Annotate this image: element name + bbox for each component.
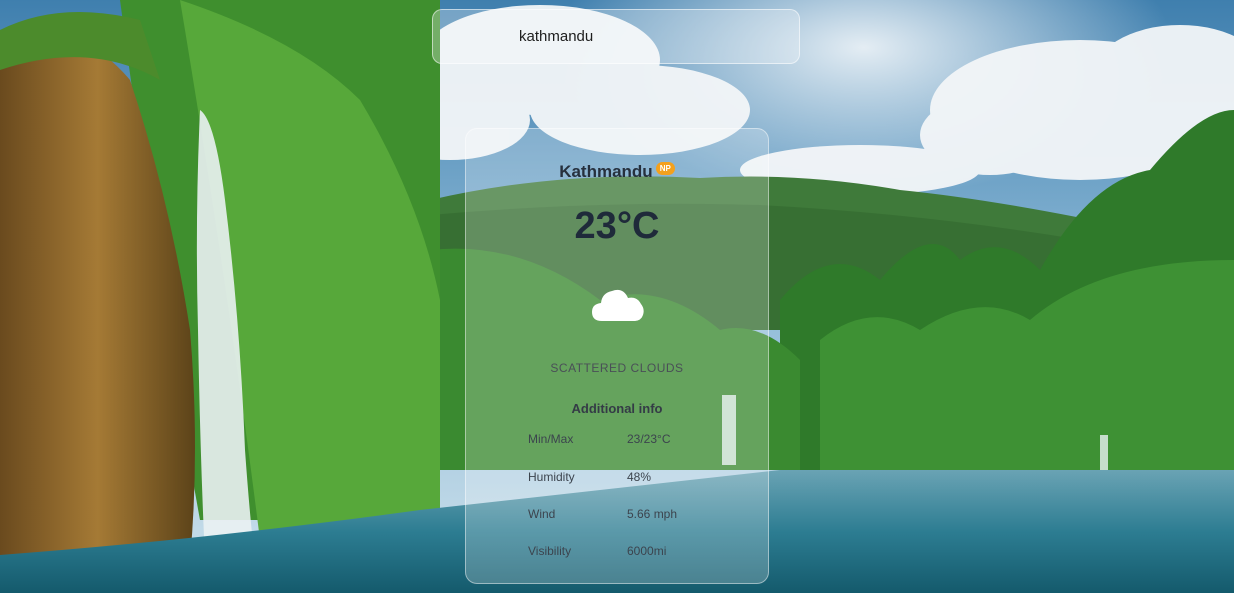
weather-description: SCATTERED CLOUDS xyxy=(550,361,684,375)
info-value: 48% xyxy=(627,470,652,484)
info-label: Humidity xyxy=(528,470,575,484)
weather-app: kathmandu Kathmandu NP 23°C SCATTERED CLO… xyxy=(0,0,1234,593)
info-label: Wind xyxy=(528,507,556,521)
info-label: Visibility xyxy=(528,544,572,558)
city-heading: Kathmandu NP xyxy=(466,162,768,182)
additional-info-title: Additional info xyxy=(571,401,663,416)
search-input-value: kathmandu xyxy=(519,28,594,45)
temperature-value: 23°C xyxy=(574,205,660,247)
info-label: Min/Max xyxy=(528,432,574,446)
weather-card: Kathmandu NP 23°C SCATTERED CLOUDS Additi… xyxy=(465,128,769,584)
cloud-icon xyxy=(592,289,644,321)
info-value: 23/23°C xyxy=(627,432,671,446)
city-name: Kathmandu xyxy=(559,162,653,181)
country-badge: NP xyxy=(655,162,675,175)
search-input[interactable]: kathmandu xyxy=(432,9,800,64)
info-value: 6000mi xyxy=(627,544,667,558)
info-value: 5.66 mph xyxy=(627,507,678,521)
